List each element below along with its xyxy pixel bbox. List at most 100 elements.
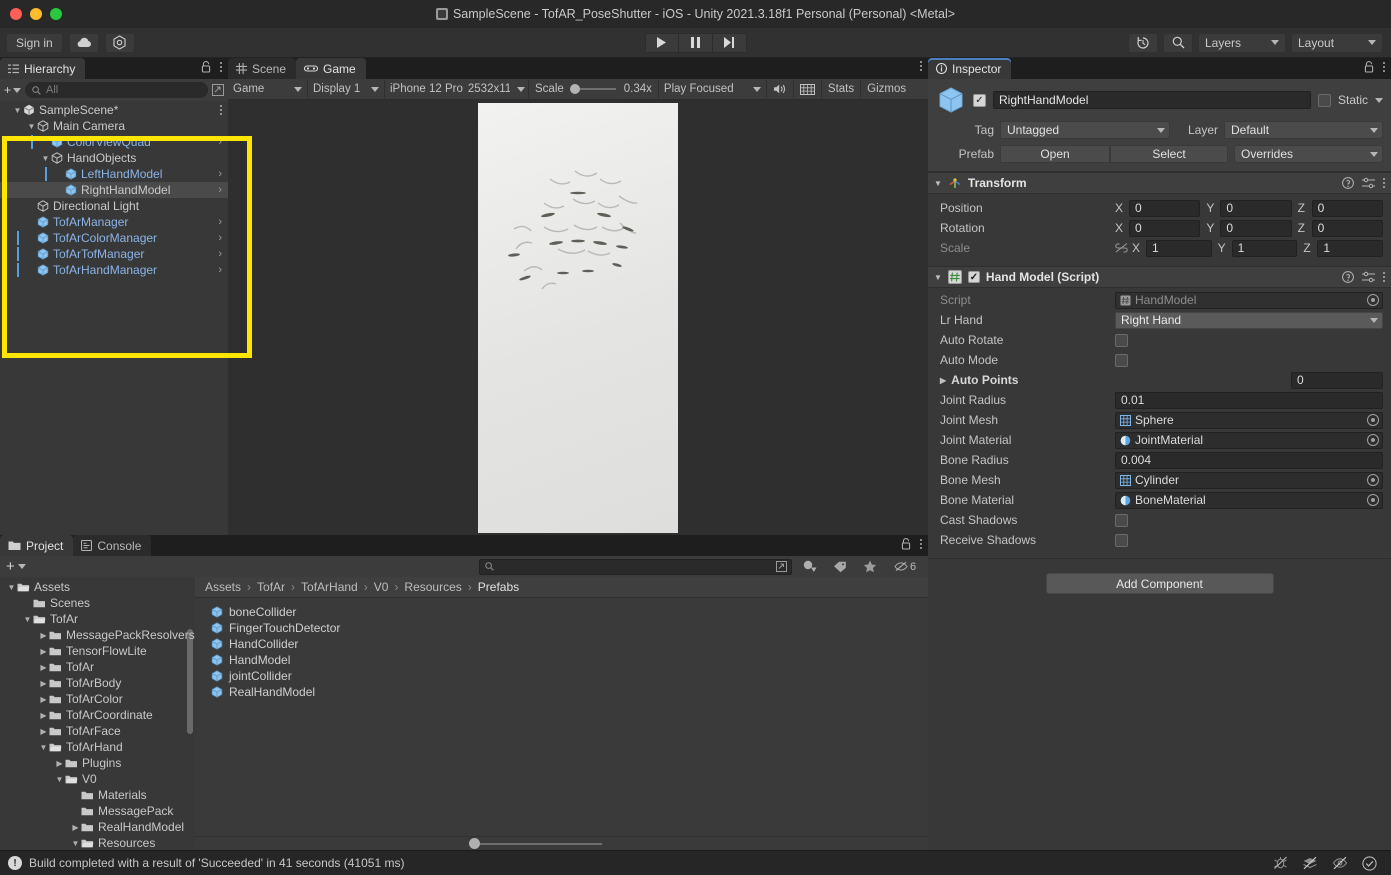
game-view-mode-dropdown[interactable]: Game [228,80,308,98]
project-search-input[interactable] [479,558,792,575]
tab-scene[interactable]: Scene [228,58,297,79]
project-tree-item-tofarhand[interactable]: ▼ TofArHand [0,739,195,755]
asset-list[interactable]: boneCollider FingerTouchDetector HandColli… [195,598,928,836]
hierarchy-item-lefthandmodel[interactable]: LeftHandModel › [0,166,228,182]
layer-dropdown[interactable]: Default [1224,121,1383,139]
bug-off-icon[interactable] [1273,856,1288,870]
transform-rotation-x[interactable]: 0 [1129,219,1201,237]
cloud-icon[interactable] [68,32,99,53]
hierarchy-item-colorviewquad[interactable]: ColorViewQuad › [0,134,228,150]
hierarchy-search-input[interactable]: All [25,82,208,98]
project-tree-item-tofarcoordinate[interactable]: ▶ TofArCoordinate [0,707,195,723]
project-tree-item-tofar[interactable]: ▼ TofAr [0,611,195,627]
inspector-menu-icon[interactable] [1383,62,1385,72]
transform-position-x[interactable]: 0 [1129,199,1201,217]
tab-console[interactable]: Console [73,535,152,556]
expand-triangle-icon[interactable]: ▶ [38,727,49,736]
tag-dropdown[interactable]: Untagged [1000,121,1170,139]
expand-triangle-icon[interactable]: ▼ [22,615,33,624]
grid-icon[interactable] [794,80,822,98]
favorites-star-icon[interactable] [858,558,882,576]
gizmos-button[interactable]: Gizmos [861,80,912,98]
hierarchy-item-tofarcolormanager[interactable]: TofArColorManager › [0,230,228,246]
scale-slider[interactable] [569,84,616,94]
expand-triangle-icon[interactable]: ▶ [38,631,49,640]
hierarchy-tree[interactable]: ▼ SampleScene* ▼ Main Camera ColorViewQuad › ▼… [0,101,228,535]
expand-triangle-icon[interactable]: ▼ [26,122,37,131]
prefab-select-button[interactable]: Select [1110,145,1228,163]
filter-by-type-icon[interactable] [798,558,822,576]
hierarchy-item-tofarmanager[interactable]: TofArManager › [0,214,228,230]
hierarchy-item-handobjects[interactable]: ▼ HandObjects [0,150,228,166]
bone-radius-input[interactable]: 0.004 [1115,451,1383,469]
breadcrumb-item[interactable]: Resources [404,580,461,594]
object-name-input[interactable]: RightHandModel [993,91,1311,109]
expand-triangle-icon[interactable]: ▶ [38,679,49,688]
project-tree-item-tofarcolor[interactable]: ▶ TofArColor [0,691,195,707]
expand-triangle-icon[interactable]: ▶ [70,823,81,832]
transform-component-header[interactable]: ▼ Transform [928,172,1391,194]
receive-shadows-checkbox[interactable] [1115,533,1128,547]
object-picker-icon[interactable] [1367,414,1379,426]
transform-rotation-y[interactable]: 0 [1220,219,1292,237]
play-icon[interactable] [644,32,679,53]
tab-project[interactable]: Project [0,535,74,556]
object-enabled-checkbox[interactable]: ✓ [973,93,986,107]
transform-scale-y[interactable]: 1 [1231,239,1298,257]
expand-triangle-icon[interactable]: ▼ [6,583,17,592]
tab-inspector[interactable]: Inspector [928,58,1012,79]
sign-in-button[interactable]: Sign in [6,32,63,53]
joint-material-object-field[interactable]: JointMaterial [1115,431,1383,449]
asset-item-bonecollider[interactable]: boneCollider [211,604,928,620]
scale-slider-group[interactable]: Scale 0.34x [529,80,659,98]
hidden-packages-icon[interactable]: 6 [888,558,922,576]
expand-triangle-icon[interactable]: ▼ [70,839,81,848]
project-tree-item-tofarface[interactable]: ▶ TofArFace [0,723,195,739]
step-icon[interactable] [712,32,747,53]
expand-triangle-icon[interactable]: ▼ [54,775,65,784]
expand-triangle-icon[interactable]: ▶ [54,759,65,768]
object-picker-icon[interactable] [1367,434,1379,446]
project-tree-item-tofarbody[interactable]: ▶ TofArBody [0,675,195,691]
layout-dropdown[interactable]: Layout [1291,32,1383,53]
breadcrumb-item[interactable]: Prefabs [478,580,519,594]
expand-triangle-icon[interactable]: ▶ [940,376,946,385]
expand-triangle-icon[interactable]: ▶ [38,647,49,656]
game-view-canvas[interactable] [228,100,928,535]
project-folder-tree[interactable]: ▼ Assets Scenes ▼ TofAr ▶ MessagePackResolvers… [0,577,195,850]
auto-points-size-input[interactable]: 0 [1291,371,1383,389]
breadcrumb-item[interactable]: V0 [374,580,389,594]
breadcrumb-item[interactable]: TofAr [257,580,285,594]
open-prefab-arrow-icon[interactable]: › [218,248,222,260]
auto-rotate-checkbox[interactable] [1115,333,1128,347]
project-tree-item-realhandmodel[interactable]: ▶ RealHandModel [0,819,195,835]
expand-triangle-icon[interactable]: ▶ [38,663,49,672]
add-component-button[interactable]: Add Component [1045,573,1274,594]
breadcrumb[interactable]: Assets › TofAr › TofArHand › V0 › Resources › Pref… [195,577,928,598]
prefab-overrides-dropdown[interactable]: Overrides [1234,145,1383,163]
static-checkbox[interactable] [1317,93,1331,107]
project-tree-item-v0[interactable]: ▼ V0 [0,771,195,787]
hierarchy-create-dropdown[interactable]: + [4,83,22,97]
expand-triangle-icon[interactable]: ▼ [38,743,49,752]
hierarchy-menu-icon[interactable] [220,62,222,72]
open-prefab-arrow-icon[interactable]: › [218,136,222,148]
handmodel-enabled-checkbox[interactable]: ✓ [967,271,980,283]
layers-off-icon[interactable] [1302,856,1318,870]
transform-rotation-z[interactable]: 0 [1311,219,1383,237]
handmodel-component-header[interactable]: ▼ ✓ Hand Model (Script) [928,266,1391,288]
pause-icon[interactable] [678,32,713,53]
object-picker-icon[interactable] [1367,494,1379,506]
hierarchy-item-directionallight[interactable]: Directional Light [0,198,228,214]
transform-menu-icon[interactable] [1383,178,1385,188]
breadcrumb-item[interactable]: TofArHand [301,580,358,594]
expand-triangle-icon[interactable]: ▼ [12,106,23,115]
collapse-triangle-icon[interactable]: ▼ [934,179,942,188]
mute-audio-icon[interactable] [767,80,794,98]
hierarchy-item-tofarhandmanager[interactable]: TofArHandManager › [0,262,228,278]
game-menu-icon[interactable] [920,61,922,71]
bone-mesh-object-field[interactable]: Cylinder [1115,471,1383,489]
field-label[interactable]: ▶ Auto Points [940,373,1115,387]
handmodel-menu-icon[interactable] [1383,272,1385,282]
chevron-down-icon[interactable] [1375,97,1383,103]
